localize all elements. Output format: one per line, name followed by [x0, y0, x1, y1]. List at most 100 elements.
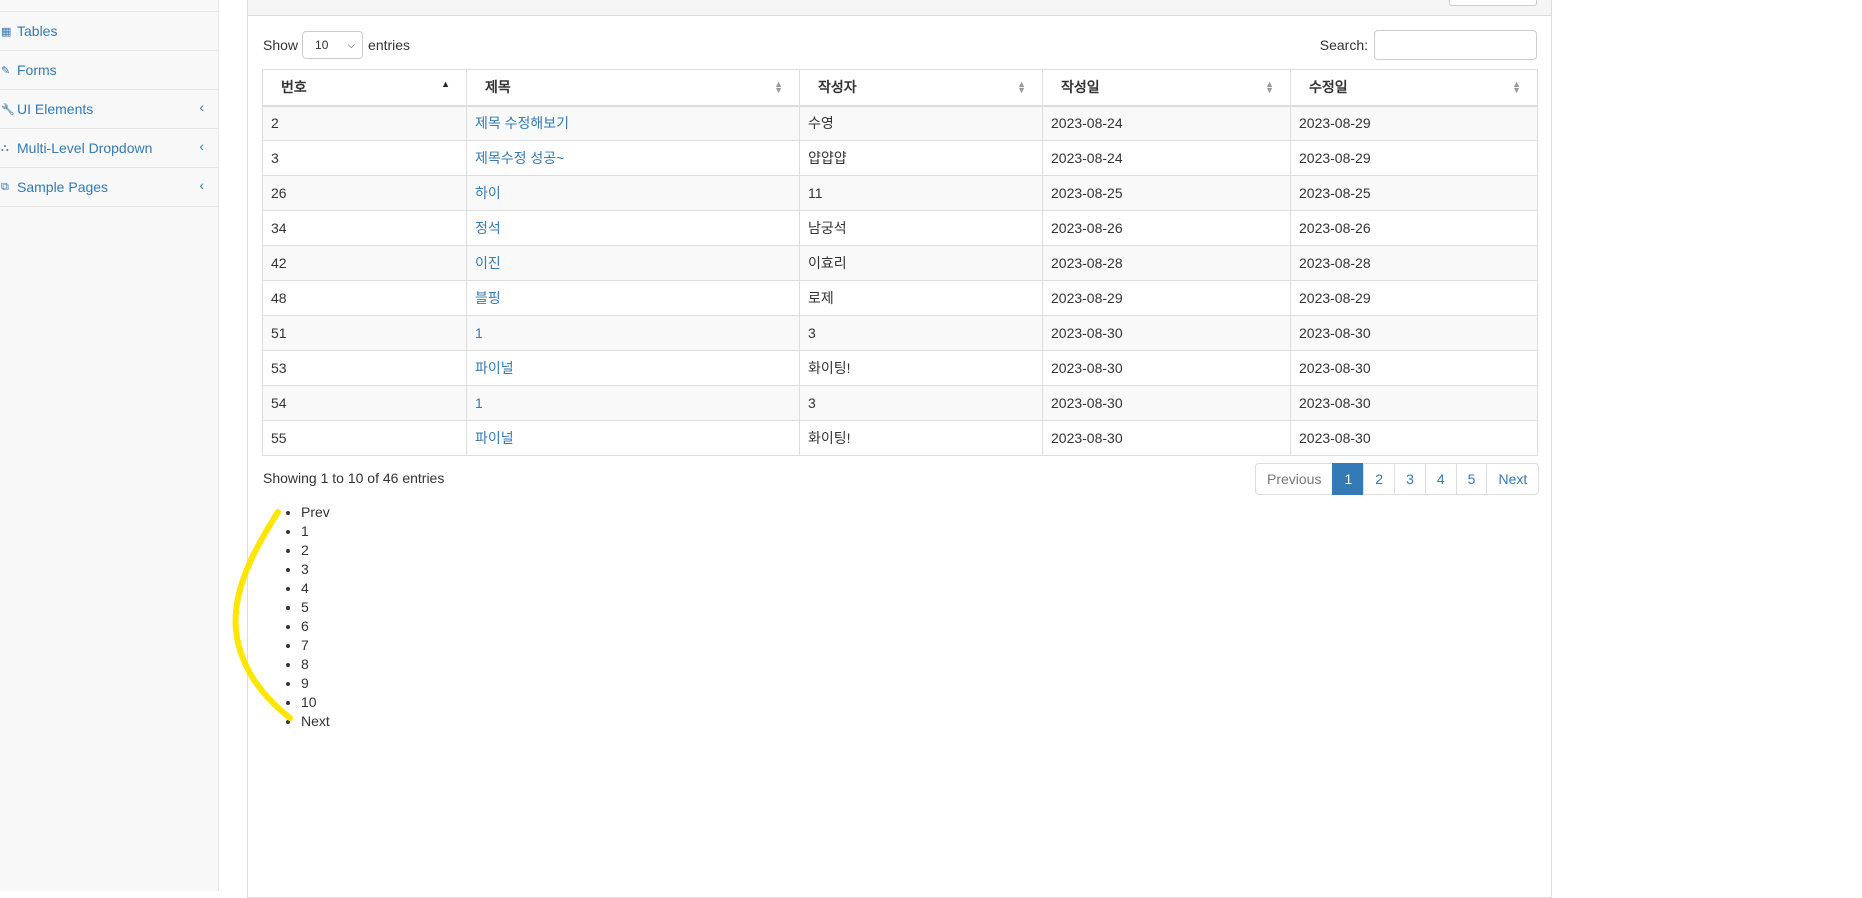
table-cell: 51 [262, 315, 467, 351]
table-cell: 2023-08-24 [1042, 105, 1291, 141]
table-cell: 2023-08-29 [1290, 105, 1538, 141]
table-header-row: 번호 ▲ 제목 ▲ ▼ 작성자 ▲ ▼ 작성일 ▲ ▼ 수정일 ▲ ▼ [262, 69, 1538, 107]
sidebar-item[interactable] [0, 0, 218, 12]
post-title-link[interactable]: 하이 [475, 185, 501, 201]
table-cell: 2023-08-25 [1042, 175, 1291, 211]
table-cell: 2023-08-30 [1290, 350, 1538, 386]
search-label: Search: [1319, 37, 1368, 53]
table-row: 51 1 3 2023-08-30 2023-08-30 [262, 315, 1538, 351]
page-button-5[interactable]: 5 [1455, 463, 1488, 495]
post-title-link[interactable]: 제목 수정해보기 [475, 115, 569, 131]
chevron-down-icon: ⌵ [347, 39, 356, 51]
table-row: 48 블핑 로제 2023-08-29 2023-08-29 [262, 280, 1538, 316]
page-button-2[interactable]: 2 [1363, 463, 1396, 495]
panel-header-button[interactable] [1449, 0, 1537, 6]
table-row: 53 파이널 화이팅! 2023-08-30 2023-08-30 [262, 350, 1538, 386]
table-cell: 1 [466, 385, 800, 421]
sort-both-icon: ▲ ▼ [1512, 79, 1521, 95]
sidebar: ▦ Tables ✎ Forms 🔧 UI Elements ‹ ⛬ Multi-Level D… [0, 0, 219, 891]
table-cell: 블핑 [466, 280, 800, 316]
sidebar-item-label: Tables [17, 23, 58, 39]
table-cell: 2023-08-29 [1290, 280, 1538, 316]
table-cell: 34 [262, 210, 467, 246]
list-item: 1 [301, 522, 330, 541]
sidebar-item-label: Sample Pages [17, 179, 109, 195]
table-cell: 파이널 [466, 350, 800, 386]
files-icon: ⧉ [1, 180, 9, 193]
table-icon: ▦ [1, 25, 12, 38]
table-row: 26 하이 11 2023-08-25 2023-08-25 [262, 175, 1538, 211]
sidebar-item-label: Forms [17, 62, 57, 78]
wrench-icon: 🔧 [1, 103, 15, 116]
sidebar-item-ui-elements[interactable]: 🔧 UI Elements ‹ [0, 90, 218, 129]
page-button-1[interactable]: 1 [1332, 463, 1365, 495]
search-input[interactable] [1374, 30, 1537, 60]
list-item: 8 [301, 655, 330, 674]
sidebar-item-multi-level-dropdown[interactable]: ⛬ Multi-Level Dropdown ‹ [0, 129, 218, 168]
table-row: 55 파이널 화이팅! 2023-08-30 2023-08-30 [262, 420, 1538, 456]
sidebar-menu: ▦ Tables ✎ Forms 🔧 UI Elements ‹ ⛬ Multi-Level D… [0, 0, 218, 207]
chevron-left-icon: ‹ [199, 177, 204, 193]
entries-label: entries [368, 37, 411, 53]
post-title-link[interactable]: 1 [475, 395, 483, 411]
column-header[interactable]: 번호 ▲ [262, 69, 467, 107]
table-cell: 1 [466, 315, 800, 351]
show-label: Show [263, 37, 299, 53]
sort-both-icon: ▲ ▼ [774, 79, 783, 95]
page-length-select[interactable]: 10 ⌵ [302, 31, 364, 59]
sidebar-item-forms[interactable]: ✎ Forms [0, 51, 218, 90]
table-cell: 2023-08-30 [1042, 350, 1291, 386]
table-info: Showing 1 to 10 of 46 entries [263, 470, 445, 486]
table-cell: 이효리 [799, 245, 1043, 281]
post-title-link[interactable]: 블핑 [475, 290, 501, 306]
table-cell: 2023-08-30 [1042, 420, 1291, 456]
panel-heading [248, 0, 1551, 16]
table-cell: 2023-08-26 [1290, 210, 1538, 246]
edit-icon: ✎ [1, 64, 11, 77]
list-item: 2 [301, 541, 330, 560]
table-cell: 2023-08-30 [1290, 315, 1538, 351]
list-item: 10 [301, 693, 330, 712]
list-item: 7 [301, 636, 330, 655]
post-title-link[interactable]: 정석 [475, 220, 501, 236]
table-cell: 화이팅! [799, 350, 1043, 386]
column-header[interactable]: 제목 ▲ ▼ [466, 69, 800, 107]
page-button-3[interactable]: 3 [1394, 463, 1426, 495]
table-cell: 파이널 [466, 420, 800, 456]
sidebar-item-sample-pages[interactable]: ⧉ Sample Pages ‹ [0, 168, 218, 207]
pagination: Previous 1 2 3 4 5 Next [1255, 463, 1540, 495]
post-title-link[interactable]: 파이널 [475, 430, 514, 446]
previous-page-button[interactable]: Previous [1255, 463, 1334, 495]
post-title-link[interactable]: 파이널 [475, 360, 514, 376]
column-header-label: 작성일 [1061, 79, 1100, 96]
page-button-4[interactable]: 4 [1424, 463, 1457, 495]
table-cell: 2023-08-30 [1042, 315, 1291, 351]
table-cell: 26 [262, 175, 467, 211]
sidebar-item-tables[interactable]: ▦ Tables [0, 12, 218, 51]
post-title-link[interactable]: 이진 [475, 255, 501, 271]
table-cell: 2023-08-28 [1042, 245, 1291, 281]
table-cell: 2023-08-30 [1042, 385, 1291, 421]
raw-pagination-list: Prev12345678910Next [281, 503, 330, 731]
next-page-button[interactable]: Next [1486, 463, 1540, 495]
column-header[interactable]: 작성자 ▲ ▼ [799, 69, 1043, 107]
column-header[interactable]: 수정일 ▲ ▼ [1290, 69, 1538, 107]
table-cell: 제목수정 성공~ [466, 140, 800, 176]
table-cell: 하이 [466, 175, 800, 211]
sort-both-icon: ▲ ▼ [1017, 79, 1026, 95]
post-title-link[interactable]: 1 [475, 325, 483, 341]
chevron-left-icon: ‹ [199, 138, 204, 154]
table-cell: 53 [262, 350, 467, 386]
table-cell: 2023-08-30 [1290, 385, 1538, 421]
column-header[interactable]: 작성일 ▲ ▼ [1042, 69, 1291, 107]
table-row: 54 1 3 2023-08-30 2023-08-30 [262, 385, 1538, 421]
sidebar-item-label: Multi-Level Dropdown [17, 140, 153, 156]
table-cell: 54 [262, 385, 467, 421]
sort-both-icon: ▲ ▼ [1265, 79, 1274, 95]
post-title-link[interactable]: 제목수정 성공~ [475, 150, 564, 166]
table-cell: 3 [262, 140, 467, 176]
list-item: 9 [301, 674, 330, 693]
page-length-value: 10 [315, 38, 329, 52]
table-cell: 2023-08-29 [1290, 140, 1538, 176]
table-cell: 정석 [466, 210, 800, 246]
